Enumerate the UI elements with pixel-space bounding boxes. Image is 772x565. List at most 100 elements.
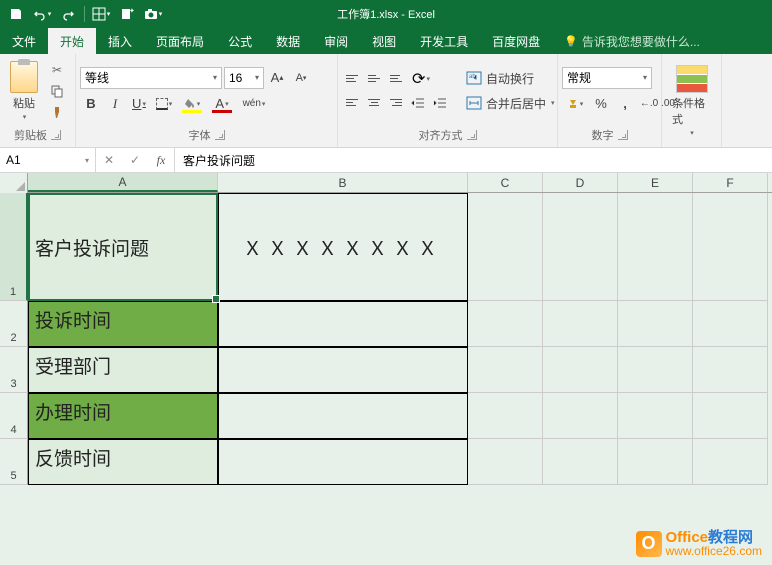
increase-font-button[interactable]: A▴ xyxy=(266,67,288,89)
cell-b1[interactable]: ＸＸＸＸＸＸＸＸ xyxy=(218,193,468,301)
clipboard-launcher[interactable] xyxy=(51,130,61,140)
cell-e5[interactable] xyxy=(618,439,693,485)
copy-button[interactable] xyxy=(46,81,68,101)
cell-f2[interactable] xyxy=(693,301,768,347)
align-right-button[interactable] xyxy=(386,93,406,113)
select-all-corner[interactable] xyxy=(0,173,28,193)
cell-f3[interactable] xyxy=(693,347,768,393)
cell-c5[interactable] xyxy=(468,439,543,485)
conditional-format-button[interactable]: 条件格式 ▾ xyxy=(666,63,717,139)
increase-indent-button[interactable] xyxy=(430,93,450,113)
grid-icon[interactable]: ▾ xyxy=(89,3,113,25)
comma-button[interactable]: , xyxy=(614,93,636,115)
font-size-combo[interactable]: 16▾ xyxy=(224,67,264,89)
cut-button[interactable]: ✂ xyxy=(46,60,68,80)
tab-developer[interactable]: 开发工具 xyxy=(408,28,480,54)
tell-me[interactable]: 告诉我您想要做什么... xyxy=(552,28,712,54)
cell-a1[interactable]: 客户投诉问题 xyxy=(28,193,218,301)
cell-e3[interactable] xyxy=(618,347,693,393)
italic-button[interactable]: I xyxy=(104,93,126,115)
cell-b2[interactable] xyxy=(218,301,468,347)
col-header-c[interactable]: C xyxy=(468,173,543,192)
tab-data[interactable]: 数据 xyxy=(264,28,312,54)
font-color-button[interactable]: A▾ xyxy=(208,93,236,115)
increase-decimal-button[interactable]: ←.0 xyxy=(638,93,660,115)
wrap-text-button[interactable]: ab自动换行 xyxy=(460,68,561,89)
cell-b5[interactable] xyxy=(218,439,468,485)
cell-b4[interactable] xyxy=(218,393,468,439)
paste-button[interactable]: 粘贴 ▾ xyxy=(4,59,44,123)
cell-e4[interactable] xyxy=(618,393,693,439)
row-header-2[interactable]: 2 xyxy=(0,301,28,347)
align-top-button[interactable] xyxy=(342,69,362,89)
row-header-4[interactable]: 4 xyxy=(0,393,28,439)
fill-color-button[interactable]: ▾ xyxy=(178,93,206,115)
col-header-b[interactable]: B xyxy=(218,173,468,192)
format-painter-button[interactable] xyxy=(46,102,68,122)
enter-button[interactable]: ✓ xyxy=(122,148,148,172)
cell-e1[interactable] xyxy=(618,193,693,301)
bold-button[interactable]: B xyxy=(80,93,102,115)
cell-f1[interactable] xyxy=(693,193,768,301)
redo-button[interactable] xyxy=(56,3,80,25)
cell-d3[interactable] xyxy=(543,347,618,393)
font-name-combo[interactable]: 等线▾ xyxy=(80,67,222,89)
align-left-button[interactable] xyxy=(342,93,362,113)
tab-view[interactable]: 视图 xyxy=(360,28,408,54)
cell-c3[interactable] xyxy=(468,347,543,393)
cell-f5[interactable] xyxy=(693,439,768,485)
tab-baidu[interactable]: 百度网盘 xyxy=(480,28,552,54)
cell-a4[interactable]: 办理时间 xyxy=(28,393,218,439)
cancel-button[interactable]: ✕ xyxy=(96,148,122,172)
save-button[interactable] xyxy=(4,3,28,25)
tab-formulas[interactable]: 公式 xyxy=(216,28,264,54)
name-box[interactable]: A1▾ xyxy=(0,148,96,172)
row-header-5[interactable]: 5 xyxy=(0,439,28,485)
tab-layout[interactable]: 页面布局 xyxy=(144,28,216,54)
align-center-button[interactable] xyxy=(364,93,384,113)
cell-a2[interactable]: 投诉时间 xyxy=(28,301,218,347)
cell-d2[interactable] xyxy=(543,301,618,347)
cell-c1[interactable] xyxy=(468,193,543,301)
cell-c4[interactable] xyxy=(468,393,543,439)
cell-a5[interactable]: 反馈时间 xyxy=(28,439,218,485)
fx-button[interactable]: fx xyxy=(148,148,174,172)
formula-input[interactable]: 客户投诉问题 xyxy=(175,148,772,172)
orientation-button[interactable]: ⟳▾ xyxy=(408,69,434,89)
col-header-a[interactable]: A xyxy=(28,173,218,192)
decrease-font-button[interactable]: A▾ xyxy=(290,67,312,89)
number-launcher[interactable] xyxy=(618,130,628,140)
align-bottom-button[interactable] xyxy=(386,69,406,89)
cell-d5[interactable] xyxy=(543,439,618,485)
col-header-e[interactable]: E xyxy=(618,173,693,192)
cell-a3[interactable]: 受理部门 xyxy=(28,347,218,393)
row-header-3[interactable]: 3 xyxy=(0,347,28,393)
col-header-f[interactable]: F xyxy=(693,173,768,192)
row-header-1[interactable]: 1 xyxy=(0,193,28,301)
cell-e2[interactable] xyxy=(618,301,693,347)
accounting-button[interactable]: ▾ xyxy=(562,93,588,115)
merge-center-button[interactable]: 合并后居中▾ xyxy=(460,93,561,114)
cell-d4[interactable] xyxy=(543,393,618,439)
tab-home[interactable]: 开始 xyxy=(48,28,96,54)
percent-button[interactable]: % xyxy=(590,93,612,115)
cell-f4[interactable] xyxy=(693,393,768,439)
phonetic-button[interactable]: wén▾ xyxy=(238,93,270,115)
underline-button[interactable]: U▾ xyxy=(128,93,150,115)
new-file-icon[interactable]: ✦ xyxy=(115,3,139,25)
camera-icon[interactable]: ▾ xyxy=(141,3,165,25)
undo-button[interactable]: ▾ xyxy=(30,3,54,25)
col-header-d[interactable]: D xyxy=(543,173,618,192)
cell-c2[interactable] xyxy=(468,301,543,347)
decrease-indent-button[interactable] xyxy=(408,93,428,113)
number-format-combo[interactable]: 常规▾ xyxy=(562,67,652,89)
border-button[interactable]: ▾ xyxy=(152,93,176,115)
align-launcher[interactable] xyxy=(467,130,477,140)
tab-insert[interactable]: 插入 xyxy=(96,28,144,54)
tab-review[interactable]: 审阅 xyxy=(312,28,360,54)
font-launcher[interactable] xyxy=(215,130,225,140)
cell-b3[interactable] xyxy=(218,347,468,393)
tab-file[interactable]: 文件 xyxy=(0,28,48,54)
align-middle-button[interactable] xyxy=(364,69,384,89)
cell-d1[interactable] xyxy=(543,193,618,301)
